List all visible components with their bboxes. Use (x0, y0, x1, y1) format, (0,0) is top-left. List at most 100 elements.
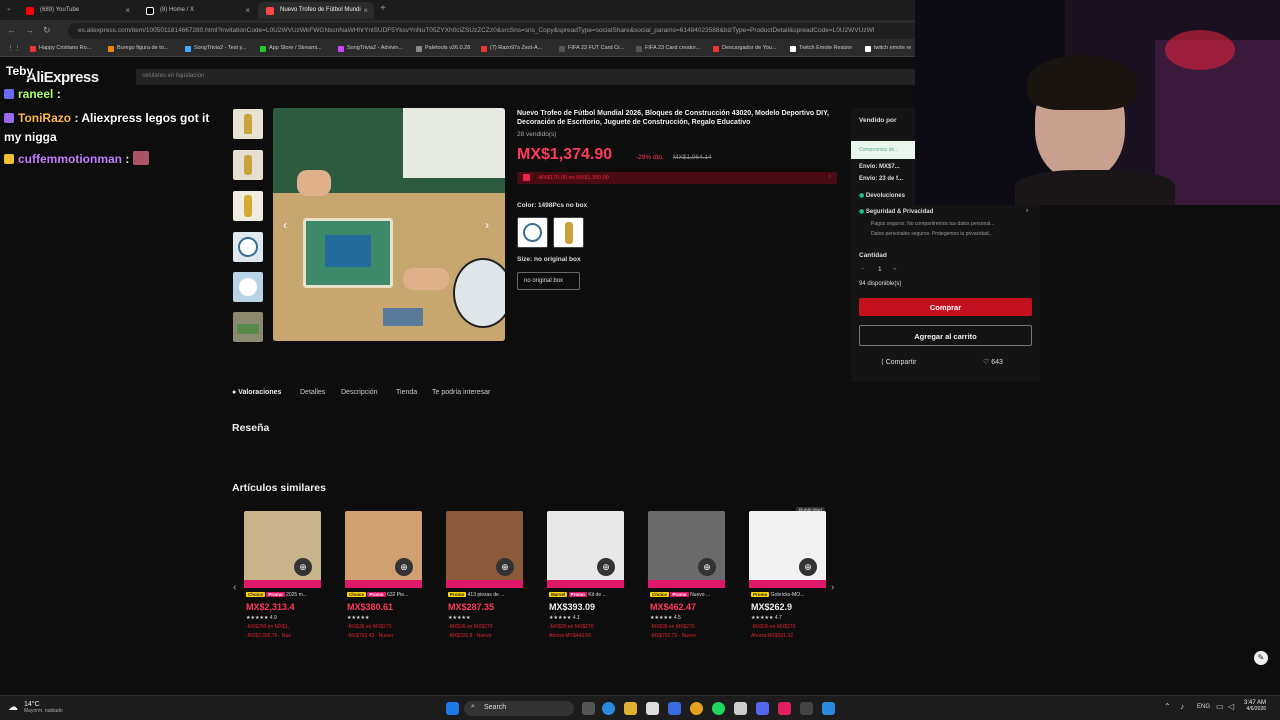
color-option-trophy[interactable] (553, 217, 584, 248)
taskbar-search[interactable]: ⌕ Search (464, 701, 574, 716)
similar-item-card[interactable]: ⊕ Promo Gobricks-MO... MX$262.9 ★★★★★ 4.… (749, 511, 827, 651)
apps-icon[interactable]: ⋮⋮ (7, 44, 21, 52)
aliexpress-logo[interactable]: AliExpress (26, 69, 99, 86)
discord-icon[interactable] (756, 702, 769, 715)
microphone-icon[interactable]: ♪ (1180, 702, 1184, 711)
product-main-image[interactable]: ‹ › (273, 108, 505, 341)
music-icon[interactable] (778, 702, 791, 715)
carousel-prev-icon[interactable]: ‹ (233, 582, 236, 593)
tab-recommended[interactable]: Te podría interesar (432, 389, 490, 396)
bookmark-item[interactable]: SongTrivia2 - Advivin... (338, 45, 403, 52)
close-icon[interactable]: × (245, 6, 250, 15)
bookmark-item[interactable]: App Store / Streami... (260, 45, 322, 52)
size-option[interactable]: no original box (517, 272, 580, 290)
weather-widget[interactable]: 14°C Mayorm. nublado ☁ (8, 701, 63, 714)
chat-support-icon[interactable]: ✎ (1254, 651, 1268, 665)
tab-search-icon[interactable]: ⌄ (6, 4, 12, 12)
coupon-banner[interactable]: -MX$170.00 en MX$1,350.00 › (517, 172, 837, 184)
telegram-icon[interactable] (822, 702, 835, 715)
shipping-price: Envío: MX$7... (859, 164, 900, 170)
emote-icon (132, 151, 149, 165)
reload-icon[interactable]: ↻ (43, 25, 51, 36)
bookmark-item[interactable]: (7) Razo97s Zest-A... (481, 45, 542, 52)
bookmark-item[interactable]: SongTrivia2 - Test y... (185, 45, 246, 52)
gallery-thumbnail[interactable] (233, 150, 263, 180)
back-icon[interactable]: ← (7, 25, 16, 35)
tab-x[interactable]: (8) Home / X × (138, 2, 256, 19)
similar-item-image[interactable] (446, 511, 523, 588)
gallery-thumbnail[interactable] (233, 109, 263, 139)
bookmark-item[interactable]: FIFA 23 FUT Card Cr... (559, 45, 624, 52)
quantity-value[interactable]: 1 (878, 266, 882, 273)
network-icon[interactable]: ▭ (1216, 702, 1224, 711)
gallery-next-icon[interactable]: › (485, 218, 489, 232)
edge-icon[interactable] (602, 702, 615, 715)
tab-aliexpress[interactable]: Nuevo Trofeo de Fútbol Mundi × (258, 2, 374, 19)
bookmark-item[interactable]: Paletools v26.0.28 (416, 45, 470, 52)
add-to-cart-button[interactable]: Agregar al carrito (859, 325, 1032, 346)
app-icon[interactable] (734, 702, 747, 715)
app-icon[interactable] (800, 702, 813, 715)
tab-youtube[interactable]: (689) YouTube × (18, 2, 136, 19)
similar-item-card[interactable]: ⊕ Marvel Promo Kit de ... MX$393.09 ★★★★… (547, 511, 625, 651)
new-tab-icon[interactable]: + (380, 3, 386, 14)
gallery-prev-icon[interactable]: ‹ (283, 218, 287, 232)
add-to-cart-icon[interactable]: ⊕ (597, 558, 615, 576)
plus-icon[interactable]: + (893, 266, 897, 273)
tab-details[interactable]: Detalles (300, 389, 325, 396)
close-icon[interactable]: × (125, 6, 130, 15)
close-icon[interactable]: × (363, 6, 368, 15)
tab-reviews[interactable]: ● Valoraciones (232, 389, 281, 396)
windows-start-icon[interactable] (446, 702, 459, 715)
bookmark-item[interactable]: Descargador de You... (713, 45, 776, 52)
security-line: Pagos seguros: No compartiremos tus dato… (871, 221, 995, 227)
gallery-thumbnail[interactable] (233, 191, 263, 221)
bookmark-item[interactable]: FIFA 23 Card creator... (636, 45, 700, 52)
spotify-icon[interactable] (712, 702, 725, 715)
similar-item-image[interactable] (244, 511, 321, 588)
share-button[interactable]: ⟨ Compartir (881, 358, 916, 366)
similar-item-image[interactable] (749, 511, 826, 588)
security-label[interactable]: ◉ Seguridad & Privacidad (859, 208, 933, 215)
minus-icon[interactable]: − (861, 266, 865, 273)
folder-icon[interactable] (624, 702, 637, 715)
add-to-cart-icon[interactable]: ⊕ (799, 558, 817, 576)
gallery-thumbnail[interactable] (233, 272, 263, 302)
chevron-up-icon[interactable]: ⌃ (1164, 702, 1171, 711)
bookmark-item[interactable]: twitch emote re (865, 45, 911, 52)
add-to-cart-icon[interactable]: ⊕ (294, 558, 312, 576)
gallery-thumbnail[interactable] (233, 232, 263, 262)
store-icon[interactable] (646, 702, 659, 715)
similar-item-image[interactable] (648, 511, 725, 588)
task-view-icon[interactable] (582, 702, 595, 715)
add-to-cart-icon[interactable]: ⊕ (395, 558, 413, 576)
color-option-ball[interactable] (517, 217, 548, 248)
returns-label[interactable]: ◉ Devoluciones (859, 192, 905, 199)
clock[interactable]: 3:47 AM 4/6/2026 (1244, 700, 1266, 712)
language-indicator[interactable]: ENG (1197, 704, 1210, 710)
similar-item-card[interactable]: ⊕ Choice Promo Nuevo ... MX$462.47 ★★★★★… (648, 511, 726, 651)
tab-description[interactable]: Descripción (341, 389, 378, 396)
wishlist-button[interactable]: ♡ 643 (983, 358, 1003, 366)
similar-item-image[interactable] (345, 511, 422, 588)
gallery-thumbnail[interactable] (233, 312, 263, 342)
volume-icon[interactable]: ◁ (1228, 702, 1234, 711)
similar-item-card[interactable]: ⊕ Choice Promo 632 Pie... MX$380.61 ★★★★… (345, 511, 423, 651)
similar-item-card[interactable]: ⊕ Choice Promo 2025 m... MX$2,313.4 ★★★★… (244, 511, 322, 651)
chrome-icon[interactable] (690, 702, 703, 715)
add-to-cart-icon[interactable]: ⊕ (698, 558, 716, 576)
rating-stars: ★★★★★ (347, 615, 370, 621)
bookmark-item[interactable]: Happy Cristiano Ro... (30, 45, 91, 52)
buy-button[interactable]: Comprar (859, 298, 1032, 316)
mail-icon[interactable] (668, 702, 681, 715)
similar-item-card[interactable]: ⊕ Promo 413 piezas de ... MX$287.35 ★★★★… (446, 511, 524, 651)
bookmark-item[interactable]: Twitch Emote Resizer (790, 45, 852, 52)
search-input[interactable]: celulares en liquidacion (136, 69, 916, 85)
carousel-next-icon[interactable]: › (831, 582, 834, 593)
forward-icon[interactable]: → (25, 25, 34, 35)
bookmark-item[interactable]: Burego figura de to... (108, 45, 168, 52)
similar-item-image[interactable] (547, 511, 624, 588)
add-to-cart-icon[interactable]: ⊕ (496, 558, 514, 576)
guarantee-banner[interactable]: Compromiso de... (851, 141, 915, 159)
tab-store[interactable]: Tienda (396, 389, 417, 396)
